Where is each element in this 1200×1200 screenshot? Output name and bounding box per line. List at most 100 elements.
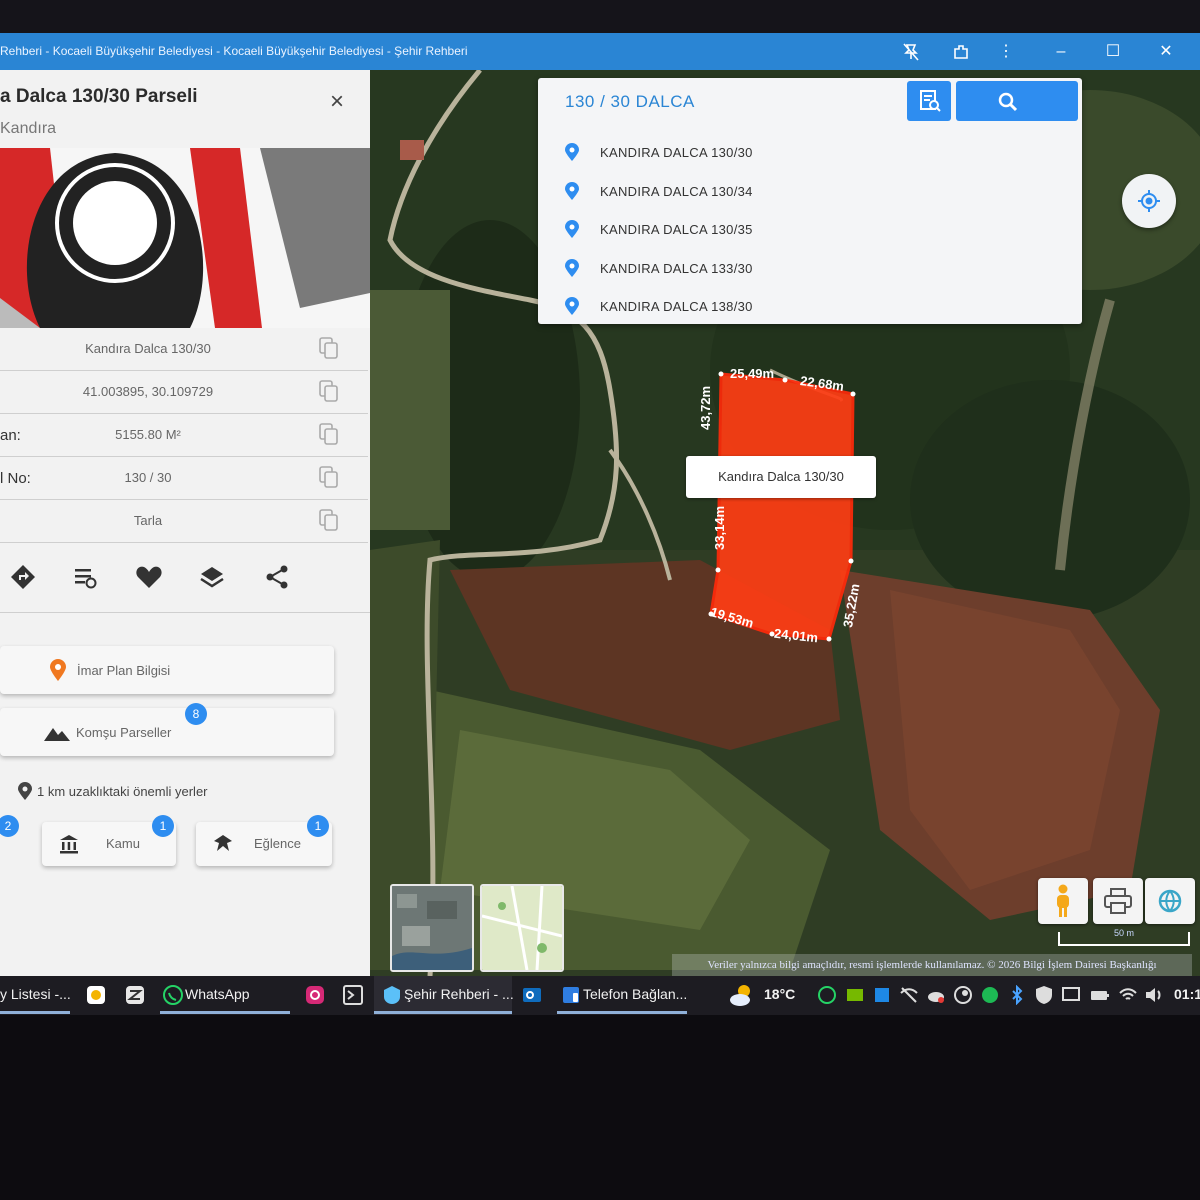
list-settings-icon[interactable]: [70, 562, 100, 592]
scale-label: 50 m: [1113, 928, 1134, 938]
steam-icon[interactable]: [953, 985, 973, 1005]
taskbar-item[interactable]: y Listesi -...: [0, 986, 71, 1002]
measure-label: 43,72m: [698, 385, 713, 430]
terminal-app-icon[interactable]: [343, 985, 363, 1005]
parcel-info-panel: a Dalca 130/30 Parseli Kandıra × Kandıra…: [0, 70, 370, 976]
close-panel-button[interactable]: ×: [330, 90, 344, 114]
satellite-map[interactable]: 25,49m 22,68m 43,72m 33,14m 35,22m 19,53…: [370, 70, 1200, 976]
search-result-label: KANDIRA DALCA 130/35: [600, 222, 753, 237]
bluetooth-icon[interactable]: [1007, 985, 1027, 1005]
taskbar: y Listesi -... WhatsApp Şehir Rehberi - …: [0, 976, 1200, 1015]
phone-link-icon[interactable]: [561, 985, 581, 1005]
search-result-item[interactable]: KANDIRA DALCA 130/34: [538, 172, 1082, 210]
taskbar-item-active[interactable]: Şehir Rehberi - ...: [374, 976, 514, 1015]
komsu-parseller-button[interactable]: Komşu Parseller: [0, 708, 334, 756]
taskbar-active-indicator: [160, 1011, 290, 1014]
whatsapp-icon[interactable]: [163, 985, 183, 1005]
nearby-eglence-label: Eğlence: [254, 836, 301, 851]
info-row-area: an: 5155.80 M²: [0, 414, 368, 457]
entertainment-icon: [214, 835, 232, 851]
locate-me-button[interactable]: [1122, 174, 1176, 228]
pin-off-icon[interactable]: [900, 41, 922, 63]
search-result-item[interactable]: KANDIRA DALCA 133/30: [538, 249, 1082, 287]
search-details-button[interactable]: [907, 81, 951, 121]
parcel-title: a Dalca 130/30 Parseli: [0, 86, 198, 107]
info-row-value: 130 / 30: [124, 470, 172, 485]
share-icon[interactable]: [262, 562, 292, 592]
mountains-icon: [44, 728, 70, 741]
info-row-value: 41.003895, 30.109729: [82, 384, 214, 399]
nvidia-icon[interactable]: [845, 985, 865, 1005]
wifi-icon[interactable]: [1118, 985, 1138, 1005]
imar-plan-button[interactable]: İmar Plan Bilgisi: [0, 646, 334, 694]
nearby-title: 1 km uzaklıktaki önemli yerler: [37, 784, 208, 799]
info-row-type: Tarla: [0, 500, 368, 543]
nearby-kamu-label: Kamu: [106, 836, 140, 851]
info-row-value: Kandıra Dalca 130/30: [85, 341, 211, 356]
battery-icon[interactable]: [1090, 985, 1110, 1005]
search-result-item[interactable]: KANDIRA DALCA 138/30: [538, 287, 1082, 325]
taskbar-active-indicator: [374, 1011, 512, 1014]
taskbar-item[interactable]: WhatsApp: [185, 986, 250, 1002]
satellite-layer-thumbnail[interactable]: [390, 884, 474, 972]
taskbar-item[interactable]: Telefon Bağlan...: [583, 986, 687, 1002]
taskbar-active-indicator: [557, 1011, 687, 1014]
photos-app-icon[interactable]: [86, 985, 106, 1005]
location-pin-icon: [565, 220, 579, 238]
window-titlebar: Rehberi - Kocaeli Büyükşehir Belediyesi …: [0, 33, 1200, 70]
copy-icon[interactable]: [318, 465, 340, 489]
window-title: Rehberi - Kocaeli Büyükşehir Belediyesi …: [0, 44, 468, 58]
whatsapp-tray-icon[interactable]: [817, 985, 837, 1005]
globe-icon: [1158, 889, 1182, 913]
maximize-icon[interactable]: ☐: [1102, 41, 1124, 63]
network-off-icon[interactable]: [899, 985, 919, 1005]
search-result-item[interactable]: KANDIRA DALCA 130/35: [538, 210, 1082, 248]
security-shield-icon[interactable]: [1034, 985, 1054, 1005]
outlook-icon[interactable]: [522, 985, 542, 1005]
search-button[interactable]: [956, 81, 1078, 121]
copyright-notice: Veriler yalnızca bilgi amaçlıdır, resmi …: [672, 954, 1192, 976]
minimize-icon[interactable]: –: [1050, 41, 1072, 63]
street-layer-thumbnail[interactable]: [480, 884, 564, 972]
heart-icon[interactable]: [134, 562, 164, 592]
info-row-value: 5155.80 M²: [115, 427, 181, 442]
screen: Rehberi - Kocaeli Büyükşehir Belediyesi …: [0, 0, 1200, 1015]
clock: 01:1: [1174, 986, 1200, 1002]
cloud-sync-icon[interactable]: [926, 985, 946, 1005]
globe-view-button[interactable]: [1145, 878, 1195, 924]
street-view-button[interactable]: [1038, 878, 1088, 924]
directions-icon[interactable]: [8, 562, 38, 592]
printer-icon: [1104, 888, 1132, 914]
scale-bar: 50 m: [1058, 928, 1190, 946]
app-tray-icon[interactable]: [872, 985, 892, 1005]
layers-icon[interactable]: [197, 562, 227, 592]
search-result-label: KANDIRA DALCA 138/30: [600, 299, 753, 314]
location-pin-icon: [18, 782, 32, 800]
copy-icon[interactable]: [318, 422, 340, 446]
copy-icon[interactable]: [318, 508, 340, 532]
close-window-icon[interactable]: ✕: [1155, 41, 1177, 63]
search-icon: [998, 92, 1018, 112]
pegman-icon: [1057, 884, 1069, 917]
screen-capture-icon[interactable]: [1061, 985, 1081, 1005]
spotify-icon[interactable]: [980, 985, 1000, 1005]
weather-icon: [730, 985, 750, 1006]
extension-icon[interactable]: [950, 41, 972, 63]
volume-icon[interactable]: [1144, 985, 1164, 1005]
search-result-item[interactable]: KANDIRA DALCA 130/30: [538, 133, 1082, 171]
instagram-icon[interactable]: [305, 985, 325, 1005]
document-search-icon: [920, 90, 941, 112]
menu-dots-icon[interactable]: ⋮: [995, 41, 1017, 63]
nearby-eglence-badge: 1: [307, 815, 329, 837]
info-row-coordinates: 41.003895, 30.109729: [0, 371, 368, 414]
crosshair-icon: [1138, 190, 1160, 212]
copy-icon[interactable]: [318, 336, 340, 360]
editor-app-icon[interactable]: [125, 985, 145, 1005]
measure-label: 25,49m: [730, 366, 775, 381]
search-input[interactable]: 130 / 30 DALCA: [565, 92, 695, 112]
location-pin-icon: [565, 259, 579, 277]
taskbar-item-label: Şehir Rehberi - ...: [404, 986, 514, 1002]
print-button[interactable]: [1093, 878, 1143, 924]
copy-icon[interactable]: [318, 379, 340, 403]
action-bar: [0, 550, 370, 613]
